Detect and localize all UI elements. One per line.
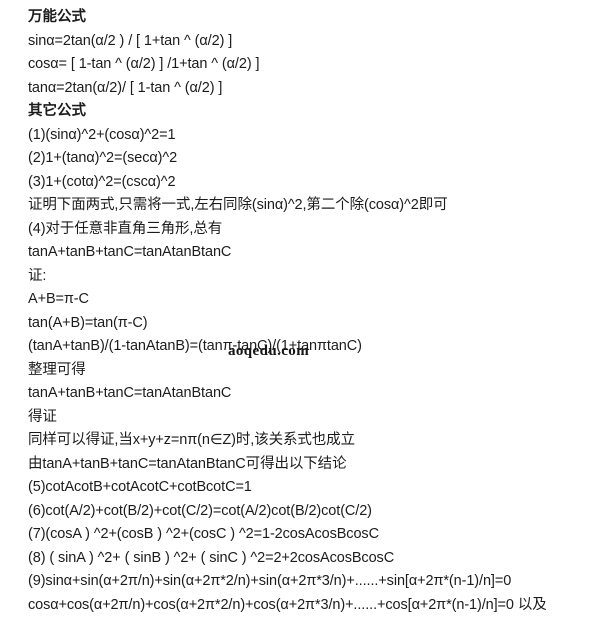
formula-line: (8) ( sinA ) ^2+ ( sinB ) ^2+ ( sinC ) ^…: [28, 549, 395, 566]
formula-line: 得证: [28, 408, 57, 425]
formula-line: (4)对于任意非直角三角形,总有: [28, 220, 223, 237]
formula-line: (2)1+(tanα)^2=(secα)^2: [28, 150, 178, 166]
formula-line: (5)cotAcotB+cotAcotC+cotBcotC=1: [28, 479, 252, 495]
formula-line: cosα+cos(α+2π/n)+cos(α+2π*2/n)+cos(α+2π*…: [28, 596, 547, 613]
formula-line: (3)1+(cotα)^2=(cscα)^2: [28, 173, 176, 190]
formula-line: 证:: [28, 267, 47, 284]
formula-line: sinα=2tan(α/2 ) / [ 1+tan ^ (α/2) ]: [28, 32, 233, 49]
formula-text-body: 万能公式 sinα=2tan(α/2 ) / [ 1+tan ^ (α/2) ] c…: [28, 6, 596, 617]
formula-line: 由tanA+tanB+tanC=tanAtanBtanC可得出以下结论: [28, 455, 347, 472]
formula-line: 同样可以得证,当x+y+z=nπ(n∈Z)时,该关系式也成立: [28, 432, 355, 448]
formula-line: 整理可得: [28, 361, 86, 378]
formula-line: tanα=2tan(α/2)/ [ 1-tan ^ (α/2) ]: [28, 79, 223, 96]
formula-line: A+B=π-C: [28, 291, 89, 307]
formula-line: cosα= [ 1-tan ^ (α/2) ] /1+tan ^ (α/2) ]: [28, 56, 260, 72]
formula-line: (tanA+tanB)/(1-tanAtanB)=(tanπ-tanC)/(1+…: [28, 338, 362, 354]
section-heading: 万能公式: [28, 9, 86, 25]
formula-line: tanA+tanB+tanC=tanAtanBtanC: [28, 244, 232, 260]
formula-line: (6)cot(A/2)+cot(B/2)+cot(C/2)=cot(A/2)co…: [28, 502, 372, 519]
formula-line: tanA+tanB+tanC=tanAtanBtanC: [28, 385, 232, 401]
section-heading: 其它公式: [28, 103, 86, 119]
formula-line: tan(A+B)=tan(π-C): [28, 314, 148, 331]
formula-line: (7)(cosA ) ^2+(cosB ) ^2+(cosC ) ^2=1-2c…: [28, 526, 379, 542]
formula-line: (9)sinα+sin(α+2π/n)+sin(α+2π*2/n)+sin(α+…: [28, 573, 512, 589]
formula-line: 证明下面两式,只需将一式,左右同除(sinα)^2,第二个除(cosα)^2即可: [28, 197, 448, 213]
document-page: 万能公式 sinα=2tan(α/2 ) / [ 1+tan ^ (α/2) ] c…: [0, 0, 600, 617]
formula-line: (1)(sinα)^2+(cosα)^2=1: [28, 126, 176, 143]
